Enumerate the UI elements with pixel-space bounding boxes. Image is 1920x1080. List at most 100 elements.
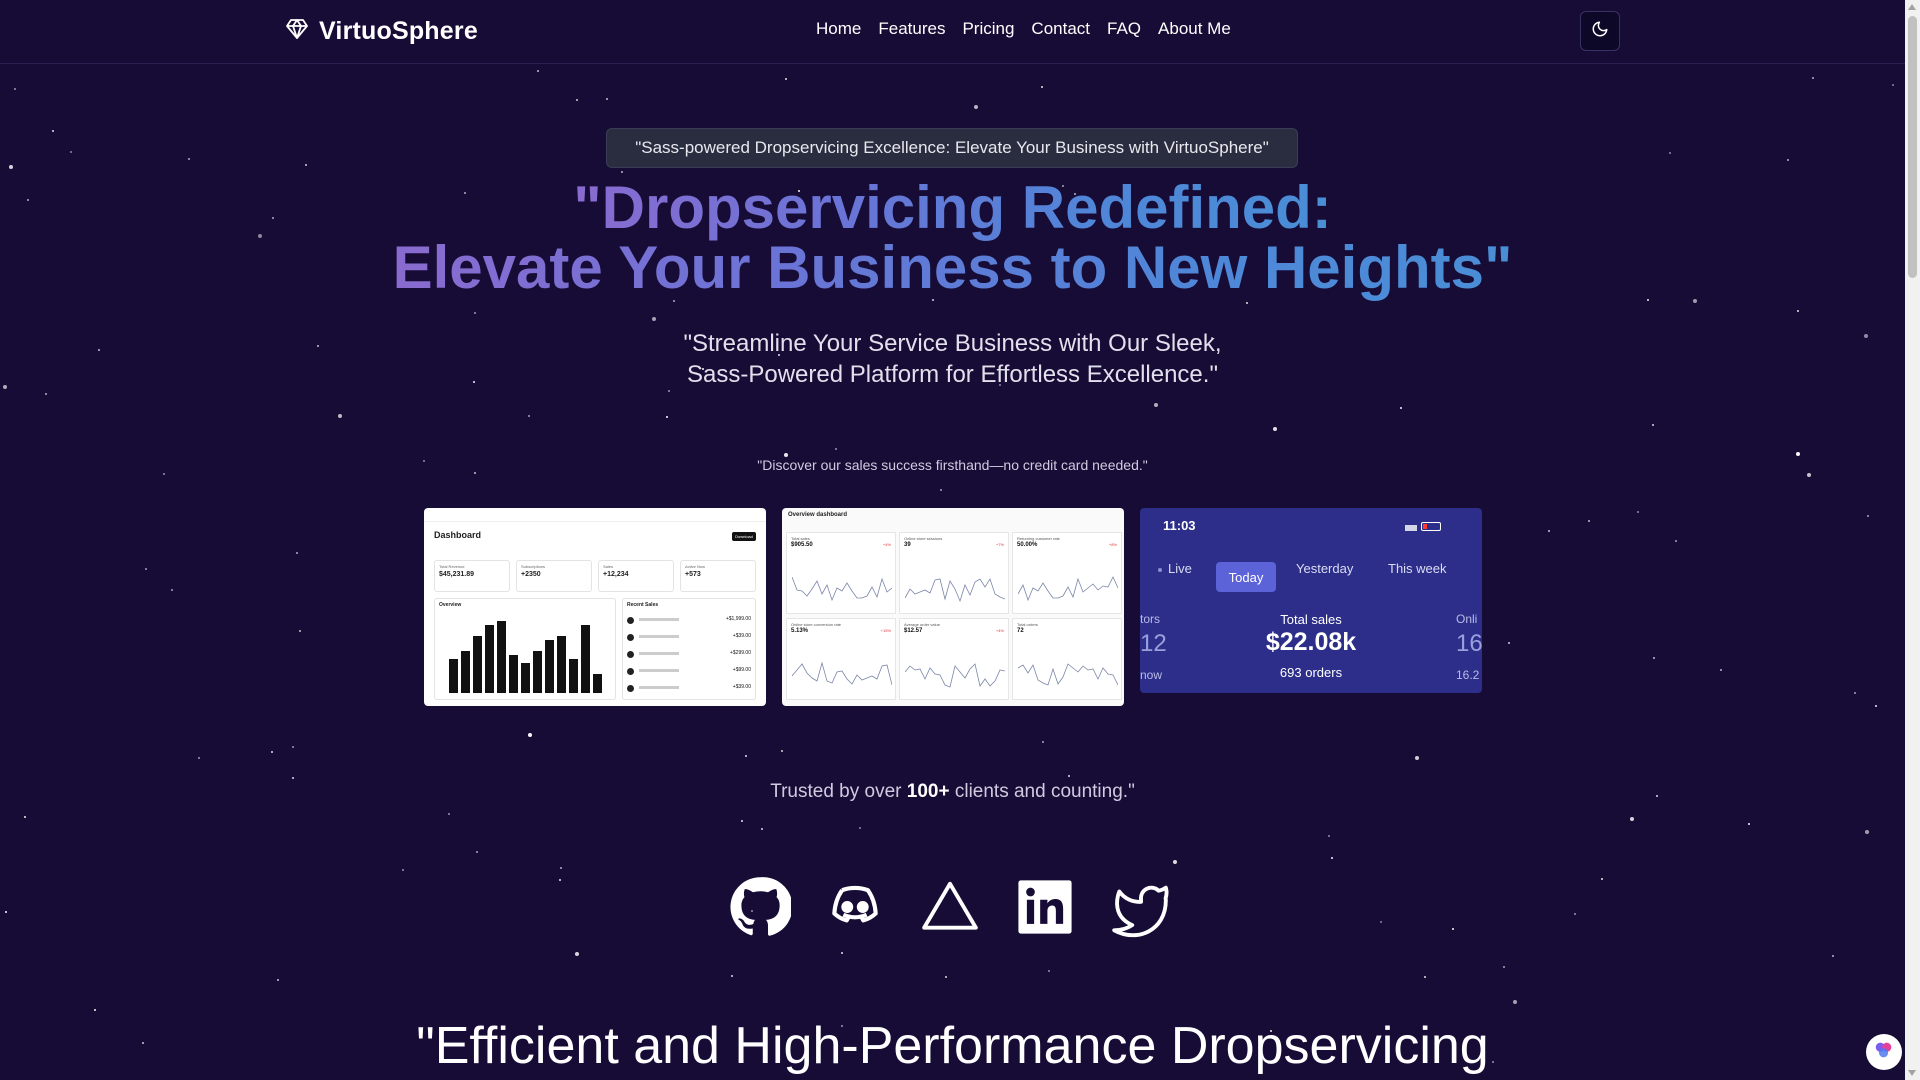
discord-icon[interactable] [823,875,887,939]
tab-today[interactable]: Today [1216,562,1276,592]
right-partial-label: Onli [1456,612,1478,626]
nav-pricing[interactable]: Pricing [962,19,1014,39]
sales-name-placeholder [639,686,679,689]
sales-row: +$1,999.00 [627,615,753,627]
nav-features[interactable]: Features [878,19,945,39]
stat-label: Total Revenue [439,564,465,569]
metric-card: Online store sessions 39 +7% [899,532,1009,614]
metric-delta: +8% [1108,542,1117,547]
metric-card: Online store conversion rate 5.13% +15% [786,618,896,700]
scroll-down-arrow[interactable] [1908,1070,1916,1076]
github-icon[interactable] [728,875,792,939]
avatar [627,651,634,658]
sales-row: +$39.00 [627,683,753,695]
overview-chart-card: Overview [434,598,616,700]
metric-card: Returning customer rate 50.00% +8% [1012,532,1122,614]
scroll-up-arrow[interactable] [1908,4,1916,10]
metric-card: Total orders 72 [1012,618,1122,700]
metric-label: Total sales [791,536,810,541]
recent-sales-title: Recent Sales [627,602,659,608]
total-orders: 693 orders [1279,665,1343,680]
avatar [627,617,634,624]
stat-value: +573 [685,571,701,578]
nav-faq[interactable]: FAQ [1107,19,1141,39]
metric-value: 72 [1017,628,1024,634]
stat-value: +12,234 [603,571,629,578]
metric-value: $12.57 [904,628,923,634]
mobile-time: 11:03 [1163,518,1196,533]
metric-label: Online store sessions [904,536,943,541]
overview-bar [593,674,602,693]
status-icons [1405,522,1441,531]
assistant-button[interactable] [1866,1034,1902,1070]
dashboard-topbar [424,508,766,522]
overview-bar [473,636,482,693]
scroll-thumb[interactable] [1908,16,1917,278]
recent-sales-card: Recent Sales +$1,999.00 +$39.00 +$299.00 +$… [622,598,756,700]
metric-sparkline [1018,663,1118,686]
sales-amount: +$1,999.00 [725,616,751,622]
overview-bar [521,662,530,693]
hero-subheadline: "Streamline Your Service Business with O… [0,328,1905,390]
overview-bar [485,624,494,693]
nav-contact[interactable]: Contact [1031,19,1090,39]
linkedin-icon[interactable] [1013,875,1077,939]
sales-amount: +$299.00 [730,650,751,656]
sales-name-placeholder [639,652,679,655]
signal-icon [1405,523,1417,531]
sales-row: +$39.00 [627,632,753,644]
overview-label: Overview [439,602,462,608]
metric-sparkline [792,661,892,686]
metric-card: Average order value $12.57 +4% [899,618,1009,700]
right-partial-sub: 16.2 [1456,668,1480,682]
metric-sparkline [1018,576,1118,602]
tab-yesterday[interactable]: Yesterday [1296,561,1353,576]
overview-bars [449,613,613,693]
tab-this-week[interactable]: This week [1388,561,1447,576]
moon-icon [1591,20,1609,43]
metric-sparkline [905,578,1005,603]
overview-bar [509,655,518,693]
overview-title: Overview dashboard [788,512,848,518]
theme-toggle-button[interactable] [1580,11,1620,51]
main-nav: Home Features Pricing Contact FAQ About … [816,19,1231,39]
battery-icon [1421,522,1441,531]
metric-value: 50.00% [1017,542,1038,548]
avatar [627,634,634,641]
total-sales-value: $22.08k [1265,628,1357,656]
vertical-scrollbar[interactable] [1905,0,1920,1080]
overview-bar [449,658,458,693]
overview-bar [461,651,470,693]
trusted-prefix: Trusted by over [770,781,907,802]
stat-card: Sales +12,234 [598,560,674,592]
sales-name-placeholder [639,618,679,621]
mobile-sales-screenshot: 11:03 Live Today Yesterday This week tor… [1140,508,1482,693]
metric-card: Total sales $905.50 +4% [786,532,896,614]
sub-line-2: Sass-Powered Platform for Effortless Exc… [687,361,1218,388]
nav-home[interactable]: Home [816,19,861,39]
hero-headline: "Dropservicing Redefined: Elevate Your B… [0,178,1905,298]
metric-value: 5.13% [791,628,809,634]
brand-name: VirtuoSphere [319,17,478,45]
vercel-icon[interactable] [918,875,982,939]
sales-amount: +$39.00 [732,684,751,690]
nav-about-me[interactable]: About Me [1158,19,1231,39]
stat-label: Sales [603,564,614,569]
overview-dashboard-screenshot: Overview dashboard Total sales $905.50 +4%… [782,508,1124,706]
metric-delta: +4% [995,628,1004,633]
tab-live[interactable]: Live [1158,561,1192,576]
download-button: Download [732,532,756,541]
metric-delta: +15% [880,628,891,633]
twitter-icon[interactable] [1108,875,1172,939]
stat-value: $45,231.89 [439,571,475,578]
dashboard-title: Dashboard [434,530,482,540]
brand-logo[interactable]: VirtuoSphere [285,17,478,46]
stat-label: Subscriptions [521,564,546,569]
overview-bar [545,639,554,693]
avatar [627,668,634,675]
sales-name-placeholder [639,669,679,672]
discover-text: "Discover our sales success firsthand—no… [757,457,1148,473]
trusted-count: 100+ [906,781,950,802]
metric-value: $905.50 [791,542,813,548]
metric-sparkline [792,576,892,602]
